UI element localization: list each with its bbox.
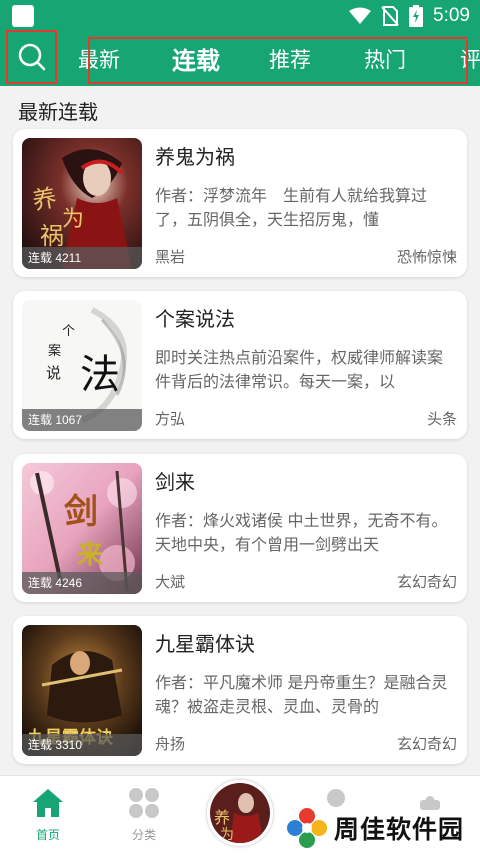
svg-text:养: 养	[214, 808, 230, 827]
book-title: 剑来	[155, 472, 195, 494]
book-genre: 玄幻奇幻	[396, 736, 457, 753]
search-button[interactable]	[6, 30, 57, 84]
svg-text:来: 来	[77, 540, 104, 570]
book-genre: 玄幻奇幻	[396, 574, 457, 591]
tab-serializing[interactable]: 连载	[172, 41, 220, 76]
status-icons: 5:09	[349, 4, 470, 28]
home-icon	[33, 789, 63, 817]
book-genre: 头条	[426, 411, 457, 428]
book-author: 黑岩	[155, 249, 186, 266]
tab-more-clip: 评	[460, 44, 480, 72]
svg-text:养: 养	[30, 184, 58, 216]
search-icon	[18, 43, 45, 71]
serial-badge: 连载 4246	[22, 572, 142, 594]
book-description: 作者：烽火戏诸侯 中土世界，无奇不有。天地中央，有个曾用一剑劈出天	[155, 513, 448, 554]
svg-text:为: 为	[220, 827, 234, 843]
tab-partial[interactable]: 评	[460, 44, 480, 72]
svg-text:个: 个	[62, 324, 75, 339]
tab-recommended[interactable]: 推荐	[269, 44, 311, 74]
serial-badge: 连载 3310	[22, 734, 142, 756]
nav-category-label: 分类	[131, 828, 156, 842]
serial-badge: 连载 1067	[22, 409, 142, 431]
serial-badge: 连载 4211	[22, 247, 142, 269]
book-author: 舟扬	[155, 736, 186, 753]
svg-text:案: 案	[48, 344, 61, 359]
tab-latest[interactable]: 最新	[78, 44, 120, 74]
book-description: 即时关注热点前沿案件，权威律师解读案件背后的法律常识。每天一案，以	[155, 350, 444, 391]
book-card[interactable]: 九星霸体诀 连载 3310 九星霸体诀 作者：平凡魔术师 是丹帝重生？是融合灵魂…	[13, 616, 467, 764]
category-icon	[129, 788, 159, 818]
book-card[interactable]: 个 案 说 法 连载 1067 个案说法 即时关注热点前沿案件，权威律师解读案件…	[13, 291, 467, 439]
notification-icon	[12, 5, 34, 27]
current-book-button[interactable]: 养 为	[207, 780, 273, 846]
book-title: 个案说法	[155, 309, 235, 331]
book-description: 作者：浮梦流年 生前有人就给我算过了，五阴俱全，天生招厉鬼，懂	[155, 188, 428, 229]
watermark-text: 周佳软件园	[334, 816, 465, 844]
nav-category[interactable]: 分类	[114, 788, 174, 843]
book-cover: 九星霸体诀 连载 3310	[22, 625, 142, 756]
book-title: 养鬼为祸	[155, 147, 235, 169]
section-title: 最新连载	[18, 102, 98, 124]
book-author: 大斌	[155, 574, 186, 591]
svg-text:说: 说	[46, 364, 61, 382]
book-card[interactable]: 剑 来 连载 4246 剑来 作者：烽火戏诸侯 中土世界，无奇不有。天地中央，有…	[13, 454, 467, 602]
tab-popular[interactable]: 热门	[364, 44, 406, 74]
svg-text:法: 法	[80, 352, 120, 398]
book-description: 作者：平凡魔术师 是丹帝重生？是融合灵魂？被盗走灵根、灵血、灵骨的	[155, 675, 448, 716]
svg-text:为: 为	[62, 207, 84, 232]
book-cover: 个 案 说 法 连载 1067	[22, 300, 142, 431]
nav-home-label: 首页	[35, 828, 60, 842]
watermark: 周佳软件园	[286, 805, 464, 851]
book-card[interactable]: 养 为 祸 连载 4211 养鬼为祸 作者：浮梦流年 生前有人就给我算过了，五阴…	[13, 129, 467, 277]
svg-text:祸: 祸	[40, 222, 64, 250]
book-genre: 恐怖惊悚	[396, 249, 457, 266]
watermark-logo	[287, 808, 327, 848]
clock: 5:09	[433, 5, 470, 26]
battery-charging-icon	[409, 5, 424, 27]
wifi-icon	[349, 7, 372, 24]
book-author: 方弘	[155, 411, 186, 428]
book-cover: 养 为 祸 连载 4211	[22, 138, 142, 269]
app-header: 5:09 最新 连载 推荐 热门 评	[0, 0, 480, 86]
no-sim-icon	[381, 6, 399, 26]
nav-home[interactable]: 首页	[18, 788, 78, 843]
status-bar: 5:09	[0, 0, 480, 32]
book-title: 九星霸体诀	[155, 634, 255, 656]
book-cover: 剑 来 连载 4246	[22, 463, 142, 594]
svg-text:剑: 剑	[64, 492, 98, 532]
